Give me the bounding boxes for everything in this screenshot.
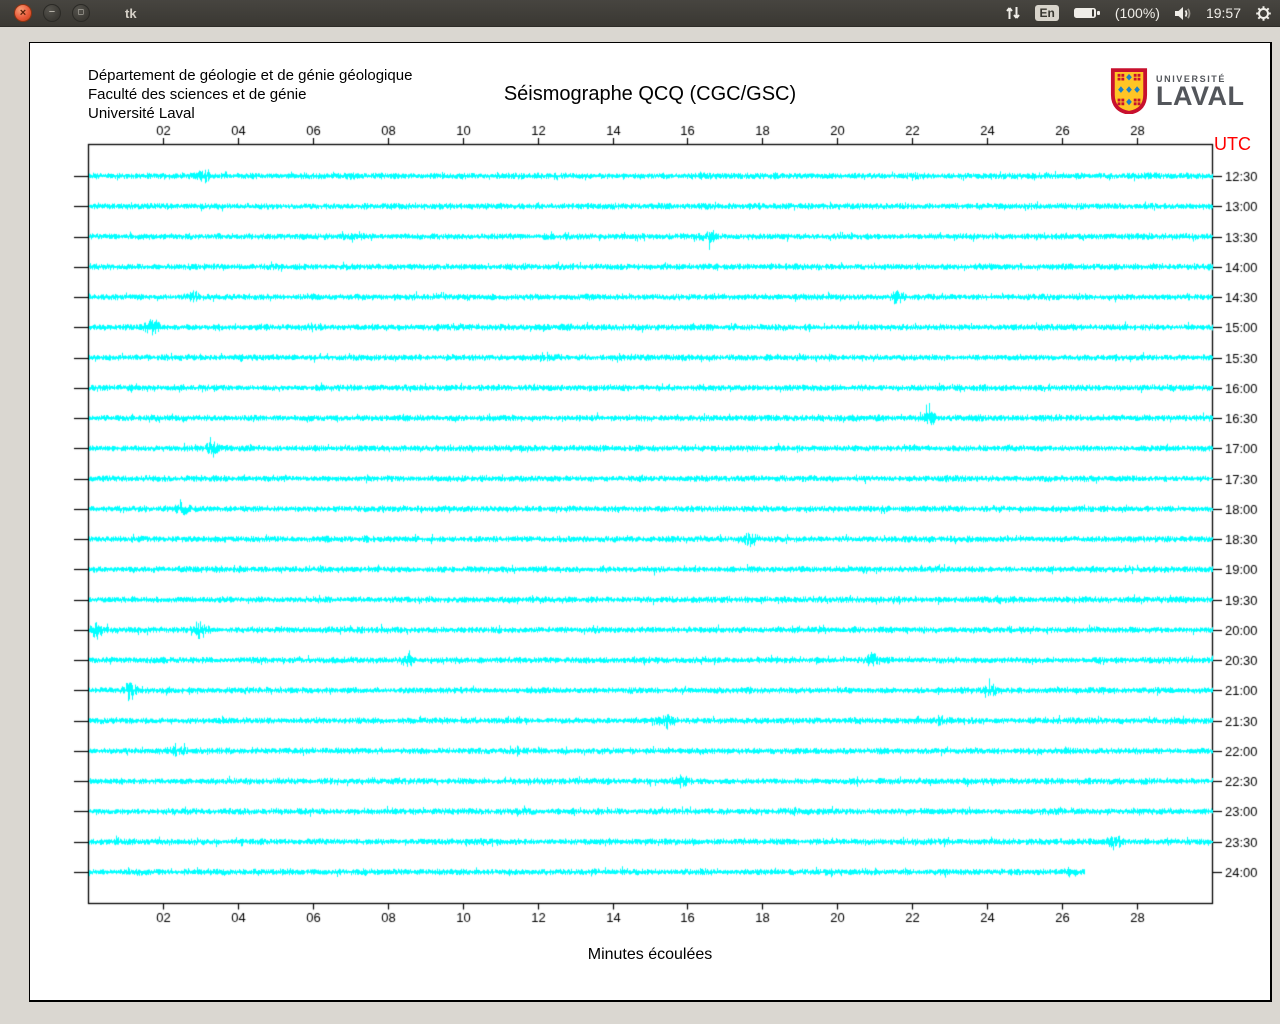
xaxis-label: Minutes écoulées bbox=[587, 946, 713, 963]
session-gear-icon[interactable] bbox=[1255, 5, 1272, 22]
window-controls: × − ◻ bbox=[14, 4, 90, 22]
battery-percent: (100%) bbox=[1114, 5, 1160, 21]
window-titlebar: × − ◻ tk En (100%) 19:57 bbox=[0, 0, 1280, 27]
minimize-button[interactable]: − bbox=[43, 4, 61, 22]
system-tray: En (100%) 19:57 bbox=[1005, 0, 1272, 26]
keyboard-layout-badge[interactable]: En bbox=[1035, 5, 1059, 21]
network-arrows-icon[interactable] bbox=[1005, 5, 1021, 21]
clock[interactable]: 19:57 bbox=[1206, 5, 1241, 21]
close-button[interactable]: × bbox=[14, 4, 32, 22]
maximize-button[interactable]: ◻ bbox=[72, 4, 90, 22]
helicorder-plot bbox=[30, 43, 1270, 1000]
volume-icon[interactable] bbox=[1174, 6, 1192, 21]
seismograph-page: Département de géologie et de génie géol… bbox=[29, 42, 1272, 1002]
maximize-icon: ◻ bbox=[77, 7, 85, 16]
utc-axis-label: UTC bbox=[1214, 134, 1251, 154]
battery-icon[interactable] bbox=[1073, 6, 1101, 20]
window-title: tk bbox=[125, 5, 137, 21]
minimize-icon: − bbox=[48, 5, 56, 18]
